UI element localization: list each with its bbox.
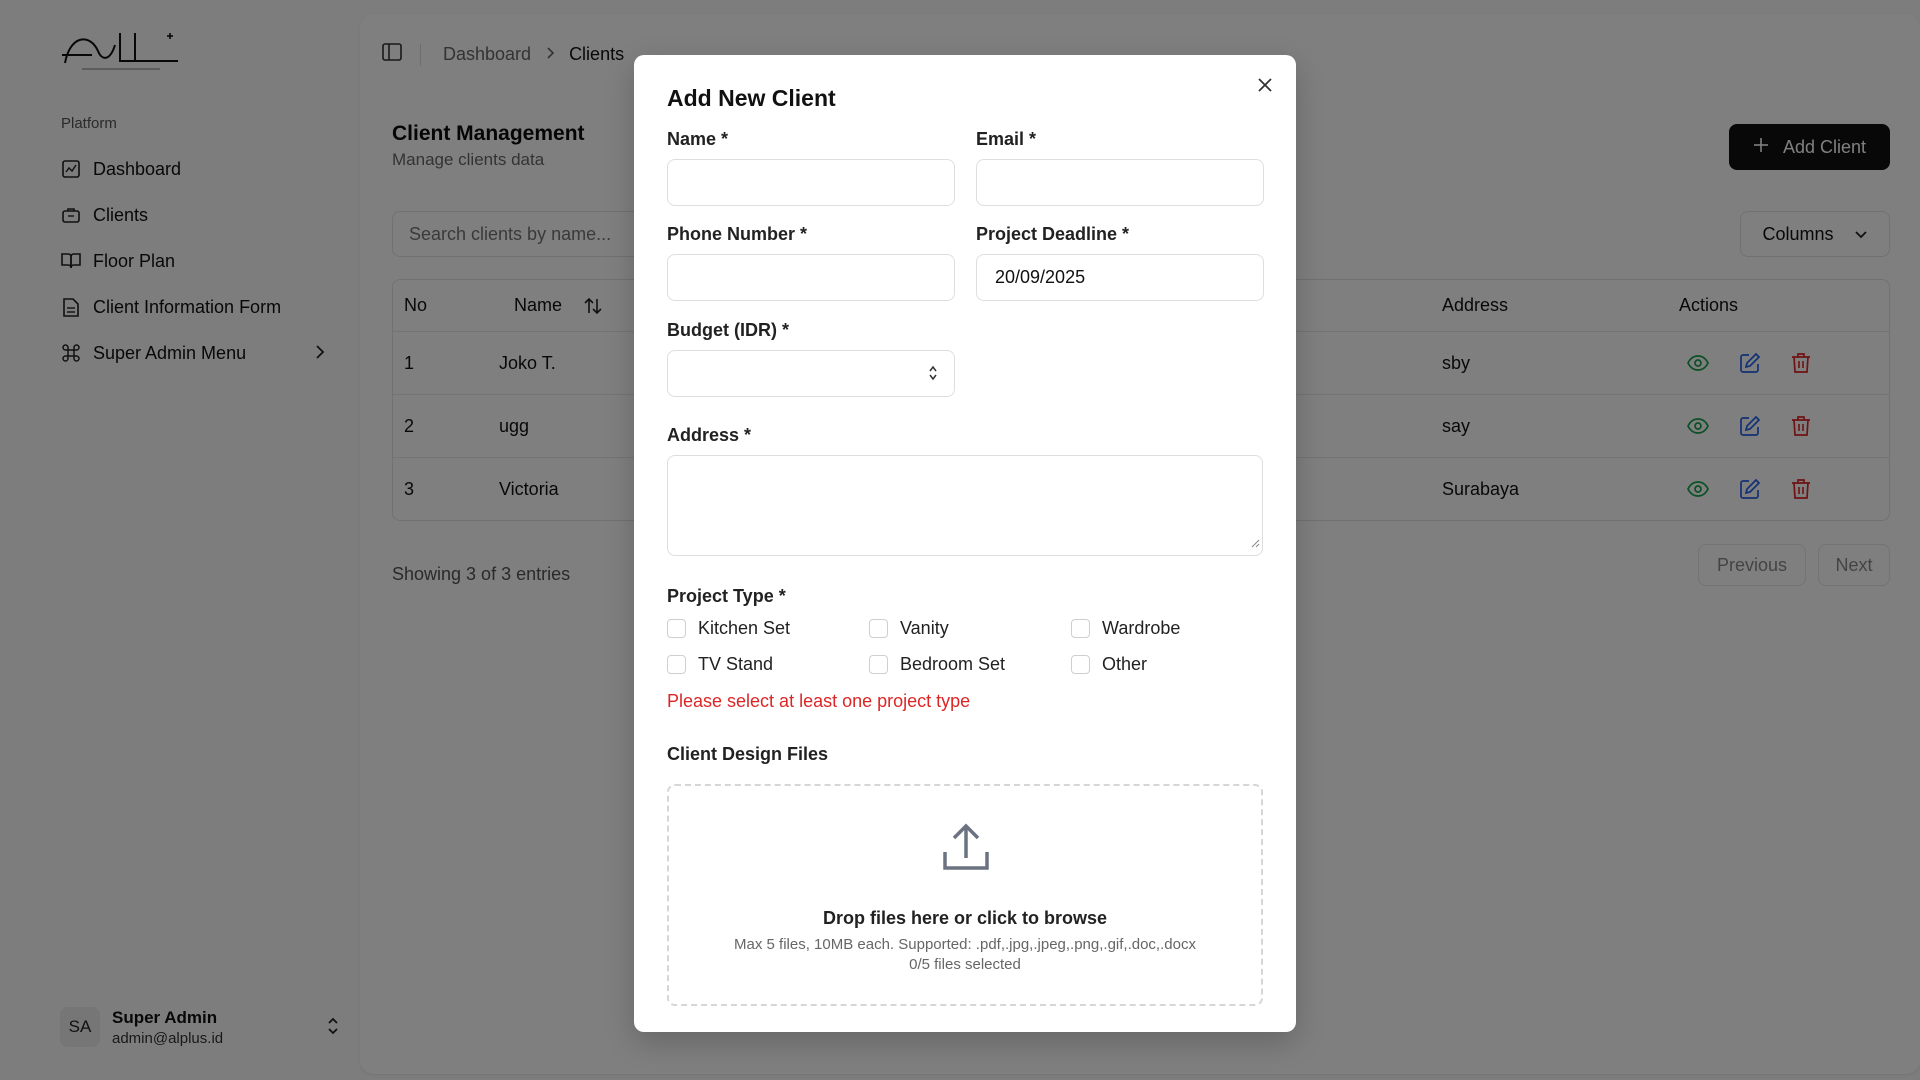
checkbox-label: Vanity bbox=[900, 618, 949, 638]
dropzone-title: Drop files here or click to browse bbox=[822, 908, 1108, 928]
file-dropzone[interactable]: Drop files here or click to browse Max 5… bbox=[667, 784, 1263, 1006]
phone-field[interactable] bbox=[667, 254, 955, 301]
checkbox-kitchen-set[interactable]: Kitchen Set bbox=[667, 618, 790, 639]
files-label: Client Design Files bbox=[667, 744, 829, 764]
dropzone-hint: Max 5 files, 10MB each. Supported: .pdf,… bbox=[734, 936, 1196, 953]
add-client-dialog: Add New Client Name * Email * Phone Numb… bbox=[634, 55, 1296, 1032]
name-field[interactable] bbox=[667, 159, 955, 206]
phone-label: Phone Number * bbox=[667, 224, 808, 244]
budget-label: Budget (IDR) * bbox=[667, 320, 789, 340]
dropzone-count: 0/5 files selected bbox=[909, 956, 1021, 973]
checkbox[interactable] bbox=[869, 655, 888, 674]
checkbox-label: TV Stand bbox=[698, 654, 774, 674]
checkbox-label: Wardrobe bbox=[1102, 618, 1181, 638]
project-type-error: Please select at least one project type bbox=[667, 691, 971, 711]
address-label: Address * bbox=[667, 425, 752, 445]
checkbox[interactable] bbox=[667, 619, 686, 638]
checkbox-tv-stand[interactable]: TV Stand bbox=[667, 654, 773, 675]
checkbox[interactable] bbox=[1071, 655, 1090, 674]
number-spinner-icon[interactable] bbox=[928, 363, 938, 388]
checkbox-bedroom-set[interactable]: Bedroom Set bbox=[869, 654, 1005, 675]
email-label: Email * bbox=[976, 129, 1037, 149]
address-textarea[interactable] bbox=[667, 455, 1263, 556]
close-icon[interactable] bbox=[1256, 76, 1274, 99]
dialog-title: Add New Client bbox=[667, 85, 836, 111]
checkbox-vanity[interactable]: Vanity bbox=[869, 618, 949, 639]
resize-grip-icon[interactable] bbox=[1250, 535, 1260, 553]
checkbox-label: Kitchen Set bbox=[698, 618, 791, 638]
email-field[interactable] bbox=[976, 159, 1264, 206]
checkbox-other[interactable]: Other bbox=[1071, 654, 1147, 675]
budget-field[interactable] bbox=[667, 350, 955, 397]
name-label: Name * bbox=[667, 129, 729, 149]
checkbox-wardrobe[interactable]: Wardrobe bbox=[1071, 618, 1180, 639]
checkbox-label: Other bbox=[1102, 654, 1148, 674]
checkbox[interactable] bbox=[869, 619, 888, 638]
checkbox[interactable] bbox=[667, 655, 686, 674]
upload-icon bbox=[939, 820, 993, 879]
checkbox[interactable] bbox=[1071, 619, 1090, 638]
deadline-label: Project Deadline * bbox=[976, 224, 1130, 244]
deadline-field[interactable]: 20/09/2025 bbox=[976, 254, 1264, 301]
project-type-label: Project Type * bbox=[667, 586, 786, 606]
checkbox-label: Bedroom Set bbox=[900, 654, 1006, 674]
